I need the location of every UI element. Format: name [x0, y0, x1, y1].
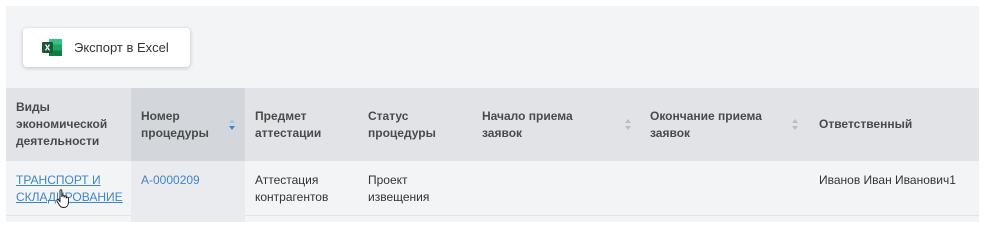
status-cell: Проект извещения [368, 173, 430, 204]
column-header-start-label: Начало приема заявок [482, 108, 573, 140]
excel-icon [42, 39, 62, 56]
table-row[interactable]: ТРАНСПОРТ И СКЛАДИРОВАНИЕ А-0000209 Атте… [6, 161, 979, 216]
procedure-number-link[interactable]: А-0000209 [141, 172, 200, 189]
column-header-end[interactable]: Окончание приема заявок [650, 88, 805, 161]
sort-icon[interactable] [791, 118, 799, 131]
column-header-subject: Предмет аттестации [255, 88, 355, 161]
responsible-cell: Иванов Иван Иванович1 [819, 173, 956, 187]
column-header-start[interactable]: Начало приема заявок [482, 88, 632, 161]
table-header: Виды экономической деятельности Номер пр… [6, 88, 979, 161]
column-header-activity-label: Виды экономической деятельности [16, 100, 108, 148]
sorted-column-strip [131, 216, 245, 222]
column-header-responsible: Ответственный [819, 88, 974, 161]
column-header-status: Статус процедуры [368, 88, 468, 161]
subject-cell: Аттестация контрагентов [255, 173, 329, 204]
sort-icon[interactable] [624, 118, 632, 131]
column-header-end-label: Окончание приема заявок [650, 108, 762, 140]
column-header-responsible-label: Ответственный [819, 117, 913, 131]
column-header-subject-label: Предмет аттестации [255, 108, 322, 140]
export-excel-button[interactable]: Экспорт в Excel [23, 28, 190, 67]
column-header-status-label: Статус процедуры [368, 108, 436, 140]
table-row[interactable] [6, 216, 979, 222]
column-header-number[interactable]: Номер процедуры [131, 88, 245, 161]
sort-desc-icon[interactable] [228, 118, 236, 131]
hand-cursor-icon [56, 189, 69, 208]
column-header-number-label: Номер процедуры [141, 108, 209, 140]
column-header-activity: Виды экономической деятельности [16, 88, 131, 161]
export-button-label: Экспорт в Excel [74, 40, 169, 55]
